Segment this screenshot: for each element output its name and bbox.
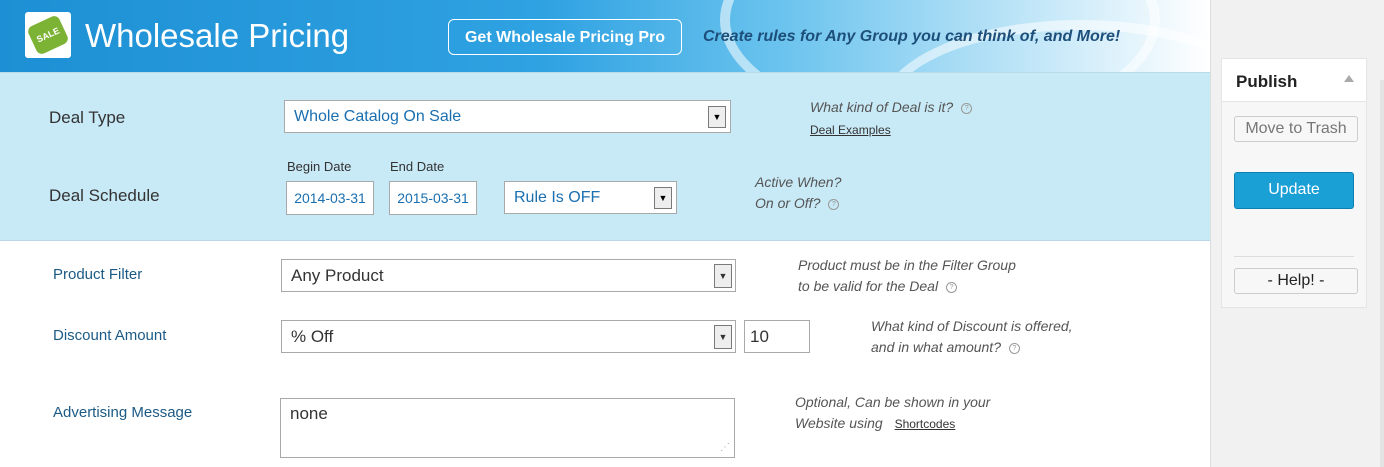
dropdown-arrow-icon: ▼	[708, 106, 726, 128]
discount-amount-label: Discount Amount	[53, 327, 167, 344]
header-banner: SALE Wholesale Pricing Get Wholesale Pri…	[0, 0, 1210, 72]
active-hint-1: Active When?	[755, 174, 842, 190]
active-hint-2: On or Off??	[755, 193, 840, 214]
sale-tag-icon: SALE	[25, 12, 71, 58]
help-circle-icon[interactable]: ?	[946, 281, 958, 293]
update-button[interactable]: Update	[1234, 172, 1354, 209]
discount-hint-2-text: and in what amount?	[871, 339, 1001, 355]
dropdown-arrow-icon: ▼	[714, 325, 732, 349]
deal-type-select[interactable]: Whole Catalog On Sale ▼	[284, 100, 731, 133]
header-tagline: Create rules for Any Group you can think…	[703, 28, 1121, 45]
advertising-message-textarea[interactable]: none ⋰	[280, 398, 735, 458]
shortcodes-link[interactable]: Shortcodes	[895, 417, 956, 431]
publish-box: Publish Move to Trash Update - Help! -	[1221, 58, 1367, 308]
discount-type-value: % Off	[291, 327, 334, 346]
get-pro-button[interactable]: Get Wholesale Pricing Pro	[448, 19, 682, 55]
page-scrollbar[interactable]	[1380, 80, 1384, 467]
advertising-message-label: Advertising Message	[53, 404, 193, 421]
help-circle-icon[interactable]: ?	[961, 102, 973, 114]
rule-status-select[interactable]: Rule Is OFF ▼	[504, 181, 677, 214]
product-filter-select[interactable]: Any Product ▼	[281, 259, 736, 292]
publish-separator	[1234, 256, 1354, 257]
advertising-message-value: none	[290, 404, 328, 423]
product-filter-label: Product Filter	[53, 266, 143, 283]
product-filter-hint-1: Product must be in the Filter Group	[798, 257, 1016, 273]
product-filter-hint-2-text: to be valid for the Deal	[798, 278, 939, 294]
logo-text: SALE	[26, 14, 70, 56]
end-date-label: End Date	[390, 159, 445, 174]
app-title: Wholesale Pricing	[85, 17, 350, 54]
deal-panel: Deal Type Whole Catalog On Sale ▼ What k…	[0, 72, 1210, 241]
advertising-hint-1: Optional, Can be shown in your	[795, 394, 991, 410]
collapse-triangle-icon[interactable]	[1344, 75, 1354, 82]
deal-type-value: Whole Catalog On Sale	[294, 108, 462, 125]
discount-hint-2: and in what amount??	[871, 337, 1020, 358]
discount-hint-1: What kind of Discount is offered,	[871, 318, 1073, 334]
deal-type-hint-text: What kind of Deal is it?	[810, 99, 954, 115]
deal-examples-wrap: Deal Examples	[810, 119, 891, 141]
plugin-main-panel: SALE Wholesale Pricing Get Wholesale Pri…	[0, 0, 1211, 467]
publish-header[interactable]: Publish	[1222, 59, 1366, 102]
discount-type-select[interactable]: % Off ▼	[281, 320, 736, 353]
move-to-trash-button[interactable]: Move to Trash	[1234, 116, 1358, 142]
advertising-hint-2: Website using Shortcodes	[795, 413, 955, 435]
deal-schedule-label: Deal Schedule	[49, 186, 160, 205]
end-date-input[interactable]: 2015-03-31	[389, 181, 477, 215]
product-filter-value: Any Product	[291, 266, 384, 285]
help-circle-icon[interactable]: ?	[828, 198, 840, 210]
dropdown-arrow-icon: ▼	[714, 264, 732, 288]
begin-date-input[interactable]: 2014-03-31	[286, 181, 374, 215]
help-circle-icon[interactable]: ?	[1008, 342, 1020, 354]
rule-status-value: Rule Is OFF	[514, 189, 601, 206]
publish-title: Publish	[1236, 72, 1298, 91]
resize-grip-icon[interactable]: ⋰	[720, 442, 730, 453]
discount-amount-input[interactable]: 10	[744, 320, 810, 353]
deal-examples-link[interactable]: Deal Examples	[810, 123, 891, 137]
product-filter-hint-2: to be valid for the Deal?	[798, 276, 958, 297]
help-button[interactable]: - Help! -	[1234, 268, 1358, 294]
active-hint-2-text: On or Off?	[755, 195, 821, 211]
begin-date-label: Begin Date	[287, 159, 352, 174]
deal-type-hint: What kind of Deal is it??	[810, 97, 973, 118]
dropdown-arrow-icon: ▼	[654, 187, 672, 209]
deal-type-label: Deal Type	[49, 108, 126, 127]
advertising-hint-2-text: Website using	[795, 415, 883, 431]
